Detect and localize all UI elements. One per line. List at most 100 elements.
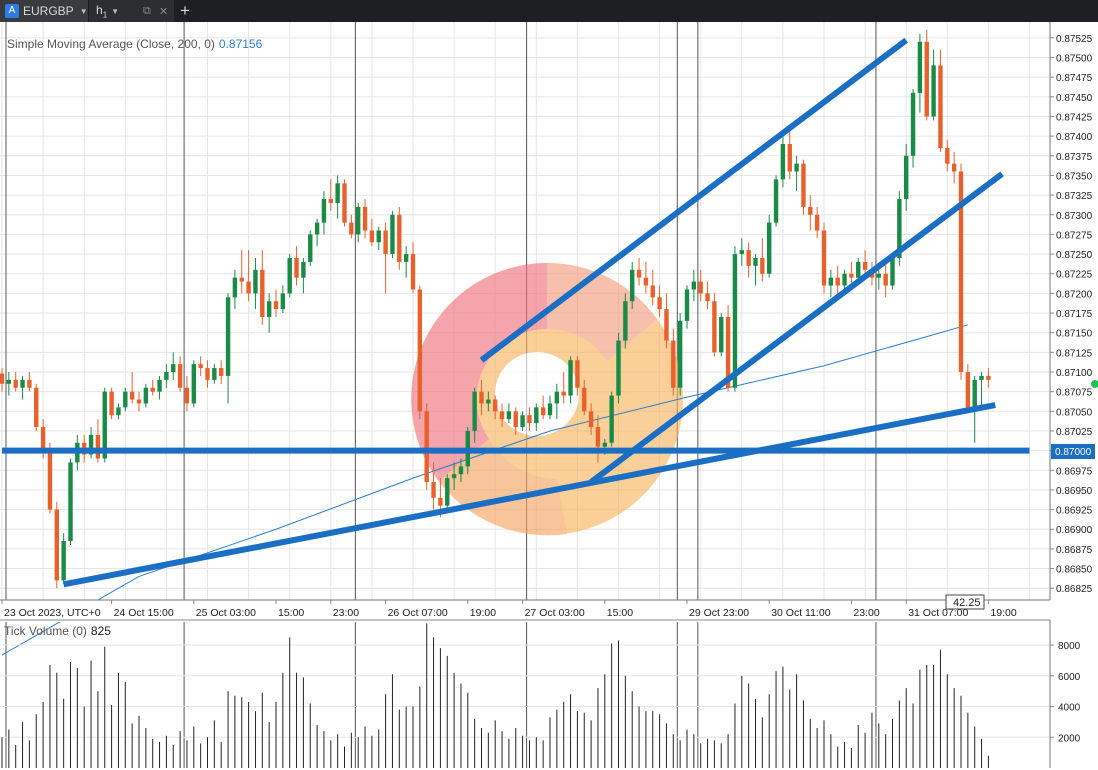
price-tick-label: 0.87200 <box>1056 289 1093 300</box>
tab-symbol[interactable]: A EURGBP ▼ <box>0 0 88 22</box>
candle-body <box>561 391 566 396</box>
candle-body <box>664 309 669 341</box>
candle <box>814 206 820 239</box>
time-tick-label: 24 Oct 15:00 <box>114 607 174 619</box>
candle <box>945 140 950 172</box>
sma-indicator-label[interactable]: Simple Moving Average (Close, 200, 0) 0.8… <box>7 37 262 51</box>
candle-body <box>616 340 621 396</box>
candle-body <box>390 214 395 255</box>
candle <box>986 368 991 388</box>
chevron-down-icon[interactable]: ▼ <box>80 7 88 16</box>
candle-body <box>136 399 142 404</box>
price-tick-label: 0.87025 <box>1056 427 1093 438</box>
volume-tick-label: 4000 <box>1058 703 1081 714</box>
candle-body <box>698 281 703 294</box>
popout-icon[interactable]: ⧉ <box>143 5 151 18</box>
chevron-down-icon[interactable]: ▼ <box>111 7 119 16</box>
candle-body <box>383 230 388 255</box>
candle-body <box>773 179 779 223</box>
candle <box>951 151 957 184</box>
time-tick-label: 19:00 <box>470 607 496 619</box>
candle <box>212 364 217 384</box>
candle <box>767 214 772 278</box>
candle <box>232 269 238 310</box>
candle <box>280 285 286 314</box>
candle-body <box>198 364 203 369</box>
close-icon[interactable]: ✕ <box>159 5 168 18</box>
price-tick-label: 0.87225 <box>1056 270 1093 281</box>
candle-body <box>417 289 423 412</box>
candle-body <box>95 434 101 459</box>
candle-body <box>342 183 347 223</box>
candle-body <box>568 360 573 396</box>
time-tick-label: 30 Oct 11:00 <box>771 607 831 619</box>
candle-body <box>630 269 635 302</box>
candle <box>417 285 423 420</box>
candle <box>177 356 183 392</box>
candle-body <box>287 258 292 294</box>
candle <box>616 332 621 404</box>
candle <box>424 403 429 490</box>
candle-body <box>273 301 279 310</box>
price-tick-label: 0.86825 <box>1056 584 1093 595</box>
candle-body <box>431 482 436 498</box>
candle-body <box>376 230 381 243</box>
candle-body <box>862 261 868 270</box>
candle <box>150 379 155 396</box>
candle <box>205 360 210 388</box>
candle-body <box>321 199 327 223</box>
price-tick-label: 0.87375 <box>1056 152 1093 163</box>
candle <box>116 403 121 420</box>
candle <box>698 269 703 302</box>
candle-body <box>623 301 628 341</box>
volume-indicator-label[interactable]: Tick Volume (0) 825 <box>4 624 111 638</box>
candle-body <box>301 261 306 278</box>
candle <box>362 199 368 239</box>
price-tick-label: 0.87275 <box>1056 230 1093 241</box>
candle-body <box>760 258 765 274</box>
candle-body <box>499 411 505 420</box>
price-tick-label: 0.87475 <box>1056 73 1093 84</box>
candle-body <box>657 297 662 310</box>
candle-body <box>575 360 580 388</box>
candle <box>68 458 73 545</box>
symbol-label: EURGBP <box>23 4 74 18</box>
time-tick-label: 19:00 <box>990 607 1016 619</box>
price-tag: 0.87000 <box>1051 444 1095 459</box>
candle-body <box>143 387 149 404</box>
candle <box>184 375 190 412</box>
candle <box>719 313 724 357</box>
candle-body <box>904 155 909 200</box>
candle <box>314 218 320 247</box>
candle-body <box>520 415 525 428</box>
candle <box>383 222 388 294</box>
tab-timeframe[interactable]: h1 ▼ ⧉ ✕ <box>89 0 174 22</box>
candle-body <box>794 163 799 172</box>
candle <box>287 254 292 298</box>
candle <box>924 30 929 121</box>
candle-body <box>684 289 690 321</box>
price-tick-label: 0.87075 <box>1056 388 1093 399</box>
price-tick-label: 0.86950 <box>1056 486 1093 497</box>
price-tick-label: 0.87425 <box>1056 112 1093 123</box>
candle-body <box>890 258 895 286</box>
candle <box>705 281 710 310</box>
add-tab-button[interactable]: + <box>180 1 190 21</box>
title-bar: A EURGBP ▼ h1 ▼ ⧉ ✕ + <box>0 0 1098 22</box>
price-chart[interactable]: 0.87525 0.87500 0.87475 0.87450 0.87425 0.874… <box>0 22 1098 770</box>
candle-body <box>13 379 18 388</box>
candle <box>308 230 313 266</box>
candle-body <box>356 206 361 235</box>
candle <box>643 261 649 294</box>
candle-body <box>225 297 231 376</box>
candle-body <box>0 373 5 384</box>
candle <box>664 293 669 349</box>
candle-body <box>424 411 429 483</box>
candle-body <box>458 466 464 475</box>
time-tick-label: 23:00 <box>333 607 359 619</box>
candle <box>136 391 142 412</box>
candle <box>129 372 135 404</box>
candle <box>773 175 779 227</box>
candle-body <box>253 269 258 294</box>
candle-body <box>212 368 217 380</box>
